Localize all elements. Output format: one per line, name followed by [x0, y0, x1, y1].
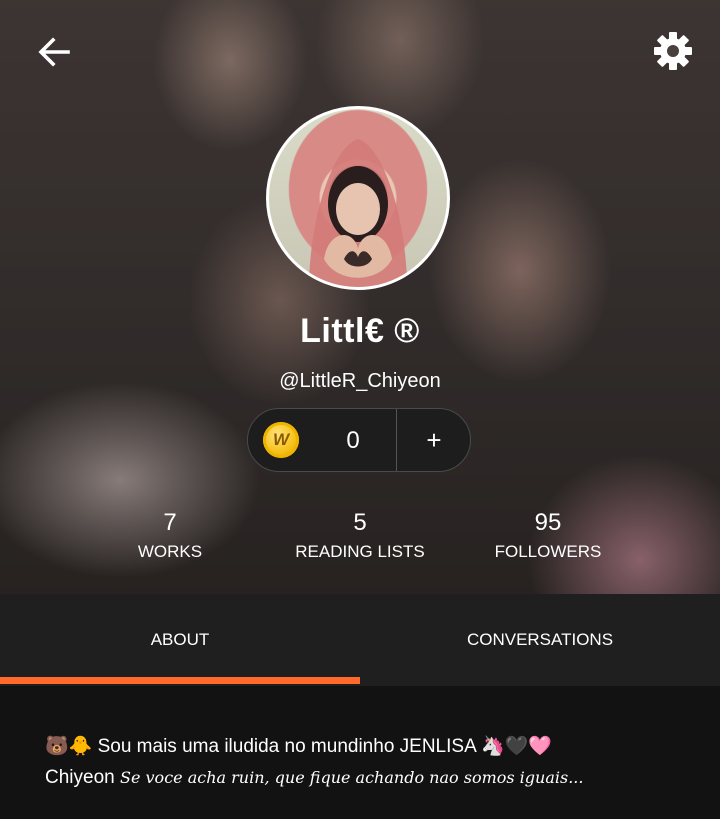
coin-icon: W: [263, 422, 299, 458]
tab-conversations[interactable]: CONVERSATIONS: [360, 594, 720, 686]
stat-followers-value: 95: [534, 509, 562, 536]
arrow-left-icon[interactable]: [36, 34, 72, 70]
bio-name: Chiyeon: [45, 767, 115, 788]
stat-reading-lists[interactable]: 5 READING LISTS: [260, 506, 460, 564]
gear-icon[interactable]: [652, 30, 694, 72]
profile-tabs: ABOUT CONVERSATIONS: [0, 594, 720, 686]
stat-works[interactable]: 7 WORKS: [70, 506, 270, 564]
stat-reading-lists-label: READING LISTS: [295, 542, 425, 561]
coins-pill: W 0 +: [247, 408, 471, 472]
bio-line-1: 🐻🐥 Sou mais uma iludida no mundinho JENL…: [45, 736, 552, 757]
coin-letter: W: [272, 430, 290, 449]
add-coins-button[interactable]: +: [397, 409, 471, 471]
display-name: Littl€ ®: [300, 312, 420, 350]
active-tab-indicator: [0, 677, 360, 684]
profile-header: Littl€ ® @LittleR_Chiyeon W 0 + 7 WORKS …: [0, 0, 720, 594]
avatar[interactable]: [266, 106, 450, 290]
tab-about[interactable]: ABOUT: [0, 594, 360, 686]
stat-works-label: WORKS: [137, 542, 203, 561]
stat-works-value: 7: [163, 509, 177, 536]
stat-followers[interactable]: 95 FOLLOWERS: [448, 506, 648, 564]
bio-quote: Se voce acha ruin, que fique achando nao…: [120, 768, 584, 787]
coin-count: 0: [346, 427, 360, 454]
username: @LittleR_Chiyeon: [279, 370, 441, 392]
stat-followers-label: FOLLOWERS: [494, 542, 602, 561]
stat-reading-lists-value: 5: [353, 509, 367, 536]
bio-line-2: Chiyeon Se voce acha ruin, que fique ach…: [45, 767, 583, 789]
